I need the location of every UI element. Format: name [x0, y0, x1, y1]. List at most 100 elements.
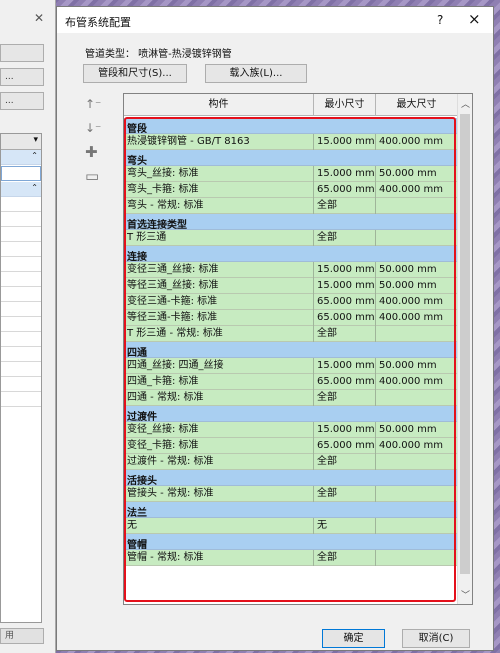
- max-size-cell[interactable]: 400.000 mm: [376, 294, 458, 310]
- panel-row[interactable]: [1, 257, 41, 272]
- vertical-scrollbar[interactable]: ︿ ﹀: [457, 94, 472, 604]
- table-row[interactable]: 无无: [124, 518, 458, 534]
- part-cell[interactable]: 等径三通_丝接: 标准: [124, 278, 314, 294]
- dropdown-icon[interactable]: ▾: [33, 135, 38, 145]
- min-size-cell[interactable]: 15.000 mm: [314, 278, 376, 294]
- part-cell[interactable]: 变径三通_丝接: 标准: [124, 262, 314, 278]
- panel-row[interactable]: [1, 242, 41, 257]
- part-cell[interactable]: 变径_丝接: 标准: [124, 422, 314, 438]
- max-size-cell[interactable]: 50.000 mm: [376, 262, 458, 278]
- help-icon[interactable]: ?: [437, 13, 443, 27]
- part-cell[interactable]: 弯头_丝接: 标准: [124, 166, 314, 182]
- part-cell[interactable]: 四通_丝接: 四通_丝接: [124, 358, 314, 374]
- min-size-cell[interactable]: 65.000 mm: [314, 182, 376, 198]
- min-size-cell[interactable]: 15.000 mm: [314, 134, 376, 150]
- collapse-icon[interactable]: ⌃: [31, 183, 38, 192]
- max-size-cell[interactable]: [376, 326, 458, 342]
- panel-field[interactable]: [1, 166, 41, 181]
- min-size-cell[interactable]: 全部: [314, 390, 376, 406]
- group-row[interactable]: 连接: [124, 246, 458, 263]
- table-row[interactable]: 变径_丝接: 标准 15.000 mm 50.000 mm: [124, 422, 458, 438]
- move-up-icon[interactable]: ↑⁻: [85, 97, 101, 111]
- panel-row[interactable]: [1, 197, 41, 212]
- panel-row[interactable]: [1, 272, 41, 287]
- group-row[interactable]: 过渡件: [124, 406, 458, 423]
- min-size-cell[interactable]: 全部: [314, 326, 376, 342]
- max-size-cell[interactable]: [376, 198, 458, 214]
- min-size-cell[interactable]: 65.000 mm: [314, 310, 376, 326]
- add-row-icon[interactable]: ✚: [85, 143, 98, 161]
- table-row[interactable]: 变径_卡箍: 标准 65.000 mm 400.000 mm: [124, 438, 458, 454]
- table-row[interactable]: 管帽 - 常规: 标准 全部: [124, 550, 458, 566]
- panel-row[interactable]: [1, 377, 41, 392]
- panel-row[interactable]: [1, 227, 41, 242]
- ok-button[interactable]: 确定: [322, 629, 385, 648]
- min-size-cell[interactable]: 全部: [314, 230, 376, 246]
- min-size-cell[interactable]: 65.000 mm: [314, 438, 376, 454]
- part-cell[interactable]: 等径三通-卡箍: 标准: [124, 310, 314, 326]
- background-button[interactable]: ...: [0, 68, 44, 86]
- max-size-cell[interactable]: 400.000 mm: [376, 438, 458, 454]
- min-size-cell[interactable]: 15.000 mm: [314, 422, 376, 438]
- background-button[interactable]: ...: [0, 92, 44, 110]
- panel-row[interactable]: [1, 317, 41, 332]
- panel-section[interactable]: ⌃: [1, 182, 41, 197]
- panel-row[interactable]: [1, 212, 41, 227]
- segments-and-sizes-button[interactable]: 管段和尺寸(S)...: [83, 64, 187, 83]
- table-row[interactable]: 变径三通_丝接: 标准 15.000 mm 50.000 mm: [124, 262, 458, 278]
- part-cell[interactable]: 变径_卡箍: 标准: [124, 438, 314, 454]
- max-size-cell[interactable]: 400.000 mm: [376, 182, 458, 198]
- part-cell[interactable]: 变径三通-卡箍: 标准: [124, 294, 314, 310]
- min-size-cell[interactable]: 全部: [314, 550, 376, 566]
- max-size-cell[interactable]: 50.000 mm: [376, 166, 458, 182]
- table-row[interactable]: 变径三通-卡箍: 标准 65.000 mm 400.000 mm: [124, 294, 458, 310]
- background-button[interactable]: [0, 44, 44, 62]
- panel-row[interactable]: [1, 302, 41, 317]
- group-row[interactable]: 四通: [124, 342, 458, 359]
- table-row[interactable]: 弯头_卡箍: 标准 65.000 mm 400.000 mm: [124, 182, 458, 198]
- part-cell[interactable]: 管帽 - 常规: 标准: [124, 550, 314, 566]
- min-size-cell[interactable]: 全部: [314, 454, 376, 470]
- part-cell[interactable]: 四通 - 常规: 标准: [124, 390, 314, 406]
- max-size-cell[interactable]: 50.000 mm: [376, 278, 458, 294]
- group-row[interactable]: 首选连接类型: [124, 214, 458, 231]
- max-size-cell[interactable]: 400.000 mm: [376, 134, 458, 150]
- part-cell[interactable]: 管接头 - 常规: 标准: [124, 486, 314, 502]
- min-size-cell[interactable]: 无: [314, 518, 376, 534]
- max-size-cell[interactable]: [376, 518, 458, 534]
- max-size-cell[interactable]: [376, 454, 458, 470]
- part-cell[interactable]: 弯头_卡箍: 标准: [124, 182, 314, 198]
- part-cell[interactable]: 过渡件 - 常规: 标准: [124, 454, 314, 470]
- min-size-cell[interactable]: 全部: [314, 198, 376, 214]
- min-size-cell[interactable]: 全部: [314, 486, 376, 502]
- group-row[interactable]: 管帽: [124, 534, 458, 551]
- table-row[interactable]: 四通 - 常规: 标准 全部: [124, 390, 458, 406]
- table-row[interactable]: 弯头_丝接: 标准 15.000 mm 50.000 mm: [124, 166, 458, 182]
- panel-row[interactable]: [1, 332, 41, 347]
- apply-button[interactable]: 用: [0, 628, 44, 644]
- collapse-icon[interactable]: ⌃: [31, 151, 38, 160]
- max-size-cell[interactable]: 50.000 mm: [376, 422, 458, 438]
- table-row[interactable]: 弯头 - 常规: 标准 全部: [124, 198, 458, 214]
- scroll-up-icon[interactable]: ︿: [461, 97, 470, 110]
- scrollbar-thumb[interactable]: [460, 114, 470, 574]
- max-size-cell[interactable]: 400.000 mm: [376, 310, 458, 326]
- remove-row-icon[interactable]: ▭: [85, 167, 99, 185]
- min-size-cell[interactable]: 65.000 mm: [314, 294, 376, 310]
- table-row[interactable]: 管接头 - 常规: 标准 全部: [124, 486, 458, 502]
- cancel-button[interactable]: 取消(C): [402, 629, 470, 648]
- move-down-icon[interactable]: ↓⁻: [85, 121, 101, 135]
- panel-section[interactable]: ⌃: [1, 150, 41, 165]
- group-row[interactable]: 法兰: [124, 502, 458, 519]
- table-row[interactable]: 过渡件 - 常规: 标准 全部: [124, 454, 458, 470]
- panel-row[interactable]: [1, 362, 41, 377]
- panel-row[interactable]: [1, 287, 41, 302]
- table-row[interactable]: T 形三通 - 常规: 标准 全部: [124, 326, 458, 342]
- max-size-cell[interactable]: [376, 550, 458, 566]
- part-cell[interactable]: T 形三通: [124, 230, 314, 246]
- close-icon[interactable]: ×: [468, 10, 481, 28]
- table-row[interactable]: T 形三通 全部: [124, 230, 458, 246]
- table-row[interactable]: 热浸镀锌钢管 - GB/T 8163 15.000 mm 400.000 mm: [124, 134, 458, 150]
- table-row[interactable]: 四通_丝接: 四通_丝接 15.000 mm 50.000 mm: [124, 358, 458, 374]
- group-row[interactable]: 活接头: [124, 470, 458, 487]
